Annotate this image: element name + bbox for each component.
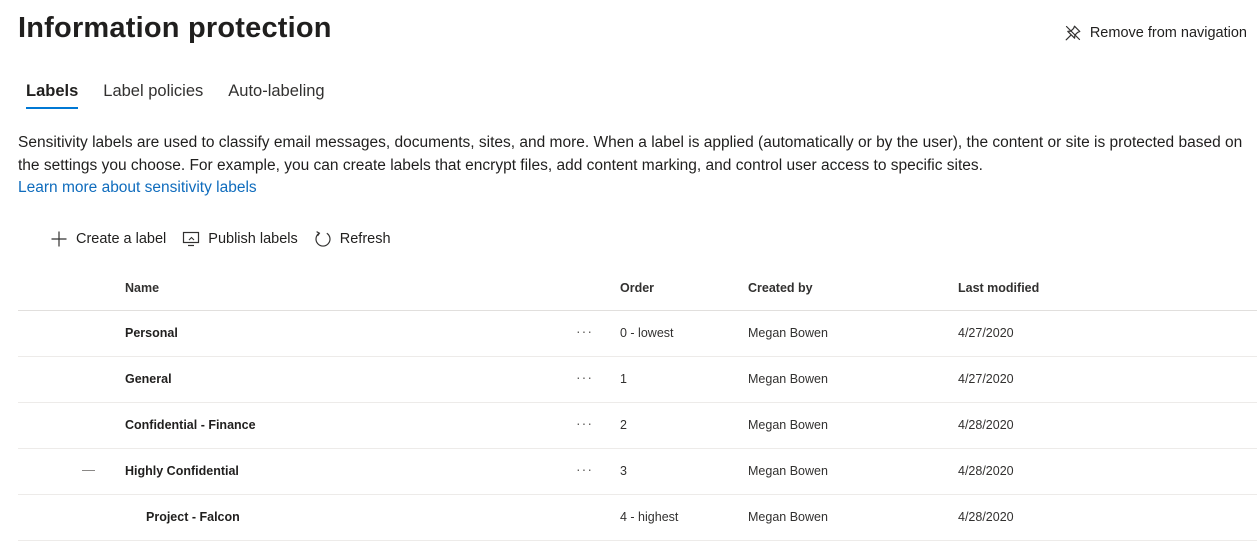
table-row[interactable]: General ··· 1 Megan Bowen 4/27/2020	[18, 357, 1257, 403]
column-header-order[interactable]: Order	[620, 281, 654, 295]
more-actions-icon[interactable]: ···	[576, 369, 593, 385]
table-row[interactable]: Highly Confidential ··· 3 Megan Bowen 4/…	[18, 449, 1257, 495]
toolbar: Create a label Publish labels Refresh	[50, 230, 407, 248]
refresh-text: Refresh	[339, 231, 391, 247]
label-last-modified: 4/27/2020	[958, 372, 1014, 386]
description-text: Sensitivity labels are used to classify …	[18, 134, 1243, 174]
refresh-button[interactable]: Refresh	[314, 230, 391, 248]
label-created-by: Megan Bowen	[748, 418, 828, 432]
label-order: 0 - lowest	[620, 326, 674, 340]
label-order: 1	[620, 372, 627, 386]
labels-table: Personal ··· 0 - lowest Megan Bowen 4/27…	[18, 311, 1257, 541]
label-created-by: Megan Bowen	[748, 372, 828, 386]
label-name: Highly Confidential	[125, 464, 239, 478]
label-name: Personal	[125, 326, 178, 340]
learn-more-link[interactable]: Learn more about sensitivity labels	[18, 179, 257, 196]
more-actions-icon[interactable]: ···	[576, 323, 593, 339]
column-header-name[interactable]: Name	[125, 281, 159, 295]
tab-labels[interactable]: Labels	[26, 80, 79, 109]
more-actions-icon[interactable]: ···	[576, 461, 593, 477]
description: Sensitivity labels are used to classify …	[18, 132, 1243, 200]
table-row[interactable]: Confidential - Finance ··· 2 Megan Bowen…	[18, 403, 1257, 449]
remove-from-navigation-label: Remove from navigation	[1089, 25, 1247, 41]
tab-auto-labeling[interactable]: Auto-labeling	[228, 80, 324, 109]
column-header-created-by[interactable]: Created by	[748, 281, 813, 295]
publish-labels-text: Publish labels	[208, 231, 298, 247]
page-title: Information protection	[18, 12, 332, 44]
table-row[interactable]: Personal ··· 0 - lowest Megan Bowen 4/27…	[18, 311, 1257, 357]
label-created-by: Megan Bowen	[748, 510, 828, 524]
collapse-icon[interactable]	[82, 470, 95, 471]
create-label-text: Create a label	[76, 231, 167, 247]
label-last-modified: 4/28/2020	[958, 510, 1014, 524]
label-name: General	[125, 372, 172, 386]
create-label-button[interactable]: Create a label	[50, 230, 166, 248]
table-header: Name Order Created by Last modified	[18, 270, 1257, 311]
label-order: 3	[620, 464, 627, 478]
refresh-icon	[314, 230, 332, 248]
information-protection-page: Information protection Remove from navig…	[0, 0, 1257, 548]
tab-bar: Labels Label policies Auto-labeling	[26, 80, 350, 109]
table-row[interactable]: Project - Falcon 4 - highest Megan Bowen…	[18, 495, 1257, 541]
label-created-by: Megan Bowen	[748, 326, 828, 340]
plus-icon	[50, 230, 68, 248]
label-order: 2	[620, 418, 627, 432]
unpin-icon	[1064, 24, 1082, 42]
label-order: 4 - highest	[620, 510, 679, 524]
label-last-modified: 4/28/2020	[958, 464, 1014, 478]
label-name: Confidential - Finance	[125, 418, 256, 432]
label-created-by: Megan Bowen	[748, 464, 828, 478]
publish-labels-button[interactable]: Publish labels	[182, 230, 298, 248]
publish-icon	[182, 230, 200, 248]
sublabel-name: Project - Falcon	[146, 510, 240, 524]
more-actions-icon[interactable]: ···	[576, 415, 593, 431]
label-last-modified: 4/28/2020	[958, 418, 1014, 432]
remove-from-navigation-button[interactable]: Remove from navigation	[1064, 24, 1247, 42]
label-last-modified: 4/27/2020	[958, 326, 1014, 340]
tab-label-policies[interactable]: Label policies	[103, 80, 203, 109]
column-header-last-modified[interactable]: Last modified	[958, 281, 1039, 295]
